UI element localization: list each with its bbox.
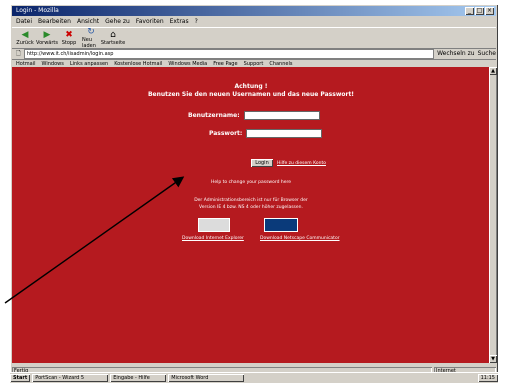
help-link[interactable]: Hilfe zu diesem Konto	[277, 161, 326, 166]
password-help-text: Help to change your password here	[210, 180, 292, 185]
username-label: Benutzername:	[188, 112, 240, 119]
menu-file[interactable]: Datei	[16, 17, 32, 26]
scroll-up-icon[interactable]: ▲	[489, 67, 497, 75]
home-label: Startseite	[100, 40, 126, 46]
search-button[interactable]: Suche	[478, 50, 496, 57]
address-bar: 🗋 http://www.it.ch/iisadmin/login.asp We…	[12, 48, 496, 60]
username-row: Benutzername:	[188, 111, 320, 120]
go-button[interactable]: Wechseln zu	[437, 50, 475, 57]
stop-label: Stopp	[61, 40, 77, 46]
username-input[interactable]	[243, 111, 320, 120]
menu-edit[interactable]: Bearbeiten	[38, 17, 71, 26]
menu-view[interactable]: Ansicht	[77, 17, 99, 26]
page-subtitle: Benutzen Sie den neuen Usernamen und das…	[147, 91, 355, 98]
back-button[interactable]: ◀ Zurück	[16, 30, 34, 46]
vertical-scrollbar[interactable]: ▲ ▼	[489, 67, 497, 363]
maximize-button[interactable]: □	[475, 7, 484, 15]
forward-button[interactable]: ▶ Vorwärts	[36, 30, 58, 46]
menu-help[interactable]: ?	[195, 17, 198, 26]
toolbar: ◀ Zurück ▶ Vorwärts ✖ Stopp ↻ Neu laden ⌂ Sta…	[12, 27, 496, 49]
ie-logo[interactable]	[198, 218, 230, 232]
login-button[interactable]: Login	[251, 159, 273, 167]
browser-note-line2: Version IE 4 bzw. NS 4 oder höher zugela…	[199, 205, 303, 210]
menu-go[interactable]: Gehe zu	[105, 17, 130, 26]
taskbar-item[interactable]: Microsoft Word	[168, 374, 244, 382]
browser-note-line1: Der Administrationsbereich ist nur für B…	[194, 198, 308, 203]
back-label: Zurück	[16, 40, 34, 46]
password-label: Passwort:	[209, 130, 243, 137]
forward-label: Vorwärts	[36, 40, 58, 46]
page-icon: 🗋	[16, 49, 21, 57]
reload-button[interactable]: ↻ Neu laden	[82, 27, 100, 49]
stop-icon: ✖	[65, 30, 73, 40]
window-title: Login - Mozilla	[16, 7, 59, 14]
clock: 11:15	[478, 374, 498, 382]
password-input[interactable]	[246, 129, 323, 138]
menu-favorites[interactable]: Favoriten	[136, 17, 164, 26]
taskbar-item[interactable]: Eingabe - Hilfe	[110, 374, 166, 382]
download-netscape-link[interactable]: Download Netscape Communicator	[260, 236, 340, 241]
netscape-logo[interactable]	[264, 218, 298, 232]
menu-bar: Datei Bearbeiten Ansicht Gehe zu Favorit…	[12, 17, 496, 26]
page-title: Achtung !	[234, 83, 268, 90]
download-ie-link[interactable]: Download Internet Explorer	[182, 236, 244, 241]
home-button[interactable]: ⌂ Startseite	[100, 30, 126, 46]
forward-arrow-icon: ▶	[43, 30, 51, 40]
menu-tools[interactable]: Extras	[170, 17, 189, 26]
page-content: Achtung ! Benutzen Sie den neuen Usernam…	[12, 67, 490, 363]
scroll-down-icon[interactable]: ▼	[489, 355, 497, 363]
close-button[interactable]: ×	[485, 7, 494, 15]
stop-button[interactable]: ✖ Stopp	[60, 30, 78, 46]
taskbar: Start PortScan - Wizard 5 Eingabe - Hilf…	[10, 372, 498, 383]
home-icon: ⌂	[110, 30, 116, 40]
start-button[interactable]: Start	[10, 374, 30, 382]
password-row: Passwort:	[209, 129, 323, 138]
address-input[interactable]: http://www.it.ch/iisadmin/login.asp	[23, 48, 435, 59]
minimize-button[interactable]: _	[465, 7, 474, 15]
taskbar-item[interactable]: PortScan - Wizard 5	[32, 374, 108, 382]
back-arrow-icon: ◀	[21, 30, 29, 40]
reload-icon: ↻	[87, 27, 95, 37]
title-bar: Login - Mozilla _ □ ×	[12, 6, 496, 16]
